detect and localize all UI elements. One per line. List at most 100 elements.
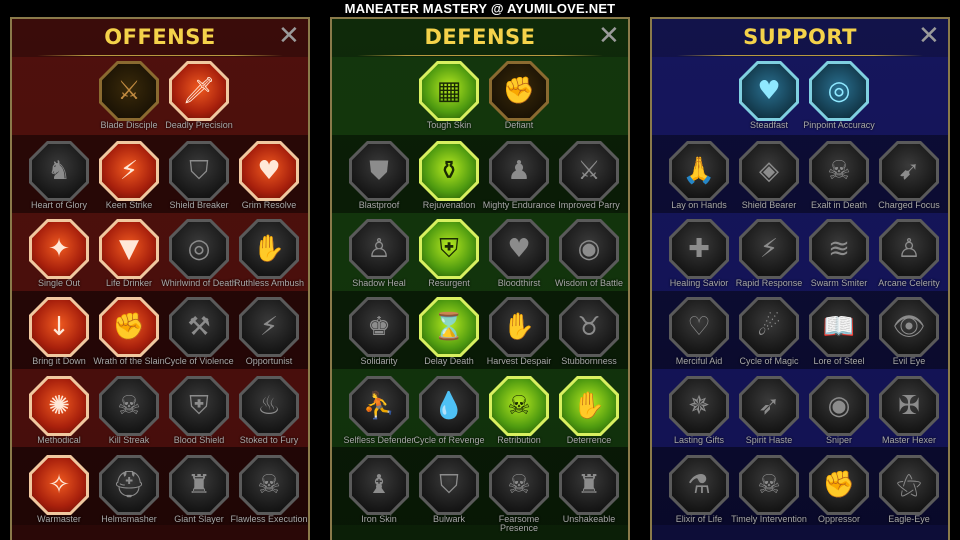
skill-rejuvenation[interactable]: ⚱ Rejuvenation	[414, 141, 484, 219]
flask-icon: ⚗	[687, 470, 711, 500]
skill-blood-shield[interactable]: ⛨ Blood Shield	[164, 376, 234, 454]
skill-label: Lay on Hands	[671, 200, 727, 210]
skill-icon-bg: ⌛	[422, 300, 476, 354]
skill-wisdom-of-battle[interactable]: ◉ Wisdom of Battle	[554, 219, 624, 297]
skill-label: Mighty Endurance	[482, 200, 556, 210]
skill-unshakeable[interactable]: ♜ Unshakeable	[554, 455, 624, 533]
skill-life-drinker[interactable]: ▼ Life Drinker	[94, 219, 164, 297]
skill-ruthless-ambush[interactable]: ✋ Ruthless Ambush	[234, 219, 304, 297]
skill-icon-bg: ⚗	[672, 458, 726, 512]
skill-lore-of-steel[interactable]: 📖 Lore of Steel	[804, 297, 874, 375]
skill-icon-bg: ♟	[492, 144, 546, 198]
skill-label: Helmsmasher	[101, 514, 157, 524]
skill-solidarity[interactable]: ♚ Solidarity	[344, 297, 414, 375]
skill-deterrence[interactable]: ✋ Deterrence	[554, 376, 624, 454]
skill-stubbornness[interactable]: ♉ Stubbornness	[554, 297, 624, 375]
skill-tough-skin[interactable]: ▦ Tough Skin	[414, 61, 484, 139]
skill-delay-death[interactable]: ⌛ Delay Death	[414, 297, 484, 375]
skill-label: Bulwark	[432, 514, 465, 524]
skill-heart-of-glory[interactable]: ♞ Heart of Glory	[24, 141, 94, 219]
skill-frame: ⛹	[349, 376, 409, 436]
skill-iron-skin[interactable]: ♝ Iron Skin	[344, 455, 414, 533]
skill-spirit-haste[interactable]: ➶ Spirit Haste	[734, 376, 804, 454]
skill-label: Unshakeable	[562, 514, 616, 524]
skill-frame: ♜	[169, 455, 229, 515]
skill-steadfast[interactable]: ♥ Steadfast	[734, 61, 804, 139]
skill-shield-breaker[interactable]: ⛉ Shield Breaker	[164, 141, 234, 219]
skill-stoked-to-fury[interactable]: ♨ Stoked to Fury	[234, 376, 304, 454]
skill-bring-it-down[interactable]: ↓ Bring it Down	[24, 297, 94, 375]
skill-fearsome-presence[interactable]: ☠ Fearsome Presence	[484, 455, 554, 533]
skill-cycle-of-revenge[interactable]: 💧 Cycle of Revenge	[413, 376, 485, 454]
skill-lasting-gifts[interactable]: ✵ Lasting Gifts	[664, 376, 734, 454]
skill-opportunist[interactable]: ⚡ Opportunist	[234, 297, 304, 375]
skill-icon-bg: ♥	[742, 64, 796, 118]
skill-oppressor[interactable]: ✊ Oppressor	[804, 455, 874, 533]
skill-single-out[interactable]: ✦ Single Out	[24, 219, 94, 297]
skill-bulwark[interactable]: ⛉ Bulwark	[414, 455, 484, 533]
skill-frame: ♝	[349, 455, 409, 515]
skill-blade-disciple[interactable]: ⚔ Blade Disciple	[94, 61, 164, 139]
skill-selfless-defender[interactable]: ⛹ Selfless Defender	[343, 376, 415, 454]
skill-methodical[interactable]: ✺ Methodical	[24, 376, 94, 454]
skill-bloodthirst[interactable]: ♥ Bloodthirst	[484, 219, 554, 297]
skill-grim-resolve[interactable]: ♥ Grim Resolve	[234, 141, 304, 219]
skill-keen-strike[interactable]: ⚡ Keen Strike	[94, 141, 164, 219]
skill-whirlwind-of-death[interactable]: ◎ Whirlwind of Death	[161, 219, 237, 297]
skill-blastproof[interactable]: ⛊ Blastproof	[344, 141, 414, 219]
skill-icon-bg: ♙	[882, 222, 936, 276]
close-icon[interactable]: ✕	[278, 23, 300, 49]
skill-icon-bg: ✵	[672, 379, 726, 433]
skill-rapid-response[interactable]: ⚡ Rapid Response	[734, 219, 804, 297]
skill-exalt-in-death[interactable]: ☠ Exalt in Death	[804, 141, 874, 219]
skill-arcane-celerity[interactable]: ♙ Arcane Celerity	[874, 219, 944, 297]
heart-skull-icon: ♥	[507, 234, 531, 264]
target-figure-icon: ✦	[48, 234, 70, 264]
skill-frame: ♜	[559, 455, 619, 515]
skill-kill-streak[interactable]: ☠ Kill Streak	[94, 376, 164, 454]
skill-defiant[interactable]: ✊ Defiant	[484, 61, 554, 139]
skill-icon-bg: ♥	[492, 222, 546, 276]
skill-master-hexer[interactable]: ✠ Master Hexer	[874, 376, 944, 454]
skill-cycle-of-magic[interactable]: ☄ Cycle of Magic	[734, 297, 804, 375]
skill-frame: ♟	[489, 141, 549, 201]
shield-rings-icon: ◈	[759, 156, 779, 186]
skill-sniper[interactable]: ◉ Sniper	[804, 376, 874, 454]
eye-target-icon: ◉	[827, 391, 851, 421]
skill-resurgent[interactable]: ⛨ Resurgent	[414, 219, 484, 297]
skill-label: Eagle-Eye	[888, 514, 930, 524]
skill-icon-bg: ✺	[32, 379, 86, 433]
skill-frame: 🙏	[669, 141, 729, 201]
skill-cycle-of-violence[interactable]: ⚒ Cycle of Violence	[164, 297, 234, 375]
skill-swarm-smiter[interactable]: ≋ Swarm Smiter	[804, 219, 874, 297]
skill-warmaster[interactable]: ✧ Warmaster	[24, 455, 94, 533]
skill-evil-eye[interactable]: 👁 Evil Eye	[874, 297, 944, 375]
skill-wrath-of-the-slain[interactable]: ✊ Wrath of the Slain	[93, 297, 165, 375]
skill-improved-parry[interactable]: ⚔ Improved Parry	[554, 141, 624, 219]
skill-elixir-of-life[interactable]: ⚗ Elixir of Life	[664, 455, 734, 533]
skill-icon-bg: ◉	[562, 222, 616, 276]
skill-deadly-precision[interactable]: 🗡 Deadly Precision	[164, 61, 234, 139]
skill-giant-slayer[interactable]: ♜ Giant Slayer	[164, 455, 234, 533]
skill-timely-intervention[interactable]: ☠ Timely Intervention	[731, 455, 807, 533]
skill-shadow-heal[interactable]: ♙ Shadow Heal	[344, 219, 414, 297]
skill-icon-bg: ✧	[32, 458, 86, 512]
skill-eagle-eye[interactable]: ⚝ Eagle-Eye	[874, 455, 944, 533]
skill-pinpoint-accuracy[interactable]: ◎ Pinpoint Accuracy	[803, 61, 875, 139]
skill-retribution[interactable]: ☠ Retribution	[484, 376, 554, 454]
skill-shield-bearer[interactable]: ◈ Shield Bearer	[734, 141, 804, 219]
skill-flawless-execution[interactable]: ☠ Flawless Execution	[230, 455, 308, 533]
skill-label: Shield Breaker	[169, 200, 229, 210]
skill-label: Wrath of the Slain	[93, 356, 165, 366]
skill-healing-savior[interactable]: ✚ Healing Savior	[664, 219, 734, 297]
skill-harvest-despair[interactable]: ✋ Harvest Despair	[484, 297, 554, 375]
skill-label: Resurgent	[428, 278, 470, 288]
skill-charged-focus[interactable]: ➹ Charged Focus	[874, 141, 944, 219]
skill-mighty-endurance[interactable]: ♟ Mighty Endurance	[483, 141, 555, 219]
close-icon[interactable]: ✕	[918, 23, 940, 49]
close-icon[interactable]: ✕	[598, 23, 620, 49]
skill-lay-on-hands[interactable]: 🙏 Lay on Hands	[664, 141, 734, 219]
skill-merciful-aid[interactable]: ♡ Merciful Aid	[664, 297, 734, 375]
skill-helmsmasher[interactable]: ⛑ Helmsmasher	[94, 455, 164, 533]
skill-icon-bg: ◎	[172, 222, 226, 276]
